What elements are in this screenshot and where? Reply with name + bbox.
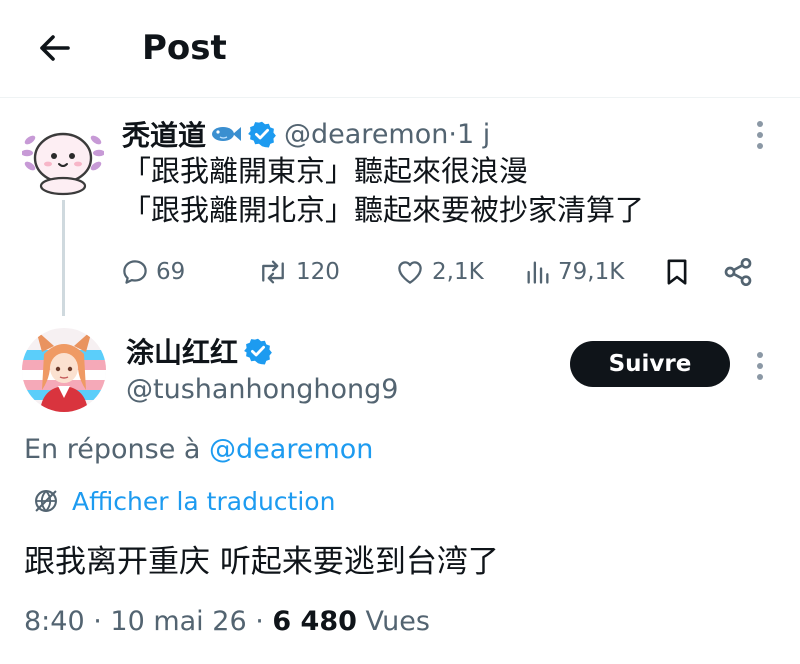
avatar[interactable] bbox=[21, 120, 105, 202]
views-count: 6 480 bbox=[272, 606, 357, 637]
separator: · bbox=[84, 606, 111, 637]
top-bar: Post bbox=[0, 0, 800, 98]
reply-post-text: 跟我离开重庆 听起来要逃到台湾了 bbox=[24, 544, 499, 580]
post-date[interactable]: 10 mai 26 bbox=[110, 606, 246, 637]
axolotl-avatar-icon bbox=[21, 132, 105, 196]
display-name[interactable]: 涂山红红 bbox=[126, 331, 238, 371]
repost-count: 120 bbox=[296, 259, 340, 285]
views-label: Vues bbox=[356, 606, 430, 637]
translate-button[interactable]: Afficher la traduction bbox=[32, 484, 335, 518]
more-options-button[interactable] bbox=[752, 118, 768, 152]
avatar[interactable] bbox=[22, 328, 106, 412]
reply-to-link[interactable]: @dearemon bbox=[209, 434, 373, 465]
repost-button[interactable]: 120 bbox=[256, 250, 340, 294]
like-button[interactable]: 2,1K bbox=[394, 250, 484, 294]
handle[interactable]: @tushanhonghong9 bbox=[126, 372, 398, 408]
translate-label: Afficher la traduction bbox=[72, 486, 336, 516]
display-name[interactable]: 秃道道 bbox=[122, 114, 206, 154]
verified-badge-icon bbox=[248, 121, 276, 148]
follow-button[interactable]: Suivre bbox=[570, 341, 730, 387]
separator: · bbox=[448, 118, 457, 150]
reply-post-header: 涂山红红 bbox=[126, 332, 272, 370]
post-time[interactable]: 8:40 bbox=[24, 606, 85, 637]
reply-button[interactable]: 69 bbox=[120, 250, 185, 294]
post-text-line: 「跟我離開北京」聽起來要被抄家清算了 bbox=[122, 193, 645, 227]
bookmark-button[interactable] bbox=[662, 250, 692, 294]
page-title: Post bbox=[142, 28, 227, 68]
reply-icon bbox=[123, 260, 147, 284]
handle[interactable]: @dearemon bbox=[284, 119, 448, 150]
parent-post-header: 秃道道 @dearemon · 1 j bbox=[122, 114, 490, 154]
heart-icon bbox=[398, 261, 422, 284]
post-text-line: 「跟我離開東京」聽起來很浪漫 bbox=[122, 154, 529, 188]
post-actions: 69 120 2,1K 79,1K bbox=[120, 250, 770, 294]
more-options-button[interactable] bbox=[752, 349, 768, 383]
post-time[interactable]: 1 j bbox=[457, 119, 490, 150]
views-button[interactable]: 79,1K bbox=[524, 250, 624, 294]
globe-icon bbox=[35, 490, 57, 512]
verified-badge-icon bbox=[244, 338, 272, 365]
share-icon bbox=[724, 258, 752, 286]
thread-connector bbox=[62, 200, 65, 316]
reply-count: 69 bbox=[156, 259, 186, 285]
fish-icon bbox=[212, 127, 242, 141]
reply-prefix: En réponse à bbox=[24, 434, 210, 465]
analytics-icon bbox=[527, 261, 549, 284]
back-button[interactable] bbox=[34, 28, 74, 68]
views-count: 79,1K bbox=[558, 259, 625, 285]
separator: · bbox=[246, 606, 273, 637]
repost-icon bbox=[262, 260, 284, 284]
share-button[interactable] bbox=[722, 250, 754, 294]
bookmark-icon bbox=[667, 259, 687, 285]
anime-girl-avatar-icon bbox=[22, 328, 106, 412]
arrow-left-icon bbox=[40, 35, 70, 61]
reply-context: En réponse à @dearemon bbox=[24, 432, 373, 468]
like-count: 2,1K bbox=[432, 259, 484, 285]
post-meta: 8:40 · 10 mai 26 · 6 480 Vues bbox=[24, 604, 430, 640]
parent-post-text: 「跟我離開東京」聽起來很浪漫 「跟我離開北京」聽起來要被抄家清算了 bbox=[122, 152, 762, 230]
